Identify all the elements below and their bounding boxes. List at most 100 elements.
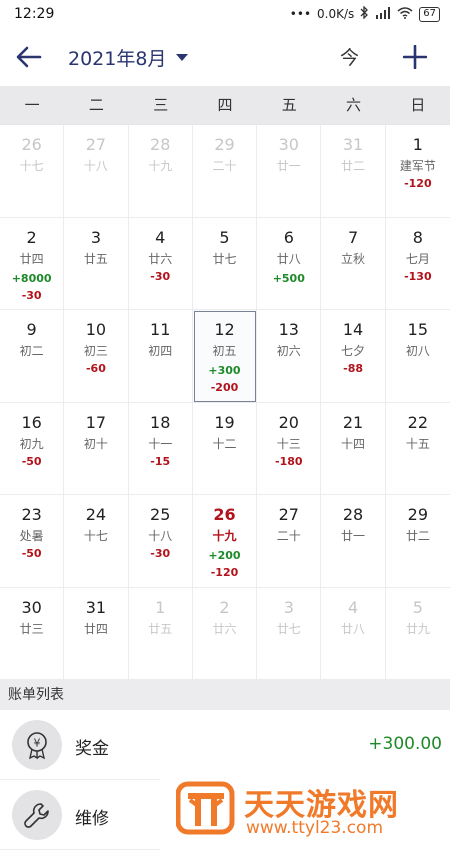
calendar-day-cell[interactable]: 15 初八 [385, 310, 450, 403]
calendar-day-cell[interactable]: 9 初二 [0, 310, 65, 403]
calendar-day-cell[interactable]: 8 七月 -130 [385, 218, 450, 310]
calendar-day-cell[interactable]: 26 十七 [0, 125, 65, 218]
calendar-day-cell[interactable]: 4 廿六 -30 [128, 217, 193, 310]
calendar-day-cell[interactable]: 3 廿七 [257, 587, 322, 680]
calendar-day-cell[interactable]: 3 廿五 [64, 217, 129, 310]
day-number: 27 [85, 135, 107, 154]
day-lunar-date: 廿四 [19, 251, 44, 266]
calendar-day-cell[interactable]: 30 廿三 [0, 587, 65, 680]
calendar-day-cell[interactable]: 5 廿七 [192, 217, 258, 310]
day-lunar-date: 七月 [405, 251, 430, 266]
add-button[interactable] [398, 40, 432, 74]
calendar-day-cell[interactable]: 16 初九 -50 [0, 402, 65, 495]
day-lunar-date: 初十 [83, 436, 108, 451]
day-lunar-date: 十七 [19, 159, 44, 173]
weekday-label: 五 [281, 96, 297, 114]
calendar-day-cell[interactable]: 18 十一 -15 [128, 402, 193, 495]
day-expense: -130 [404, 269, 432, 283]
calendar-day-cell[interactable]: 28 廿一 [321, 495, 386, 588]
day-lunar-date: 十九 [212, 529, 237, 543]
back-button[interactable] [12, 40, 46, 74]
watermark-url: www.ttyl23.com [246, 818, 384, 838]
day-lunar-date: 二十 [212, 159, 237, 173]
calendar-day-cell[interactable]: 2 廿六 [192, 587, 258, 680]
calendar-day-cell[interactable]: 28 十九 [128, 125, 193, 218]
day-lunar-date: 廿六 [212, 621, 237, 636]
day-lunar-date: 建军节 [399, 159, 436, 173]
calendar-day-cell[interactable]: 24 十七 [64, 495, 129, 588]
day-lunar-date: 十三 [276, 436, 301, 451]
day-number: 30 [278, 135, 299, 154]
calendar-day-cell[interactable]: 27 十八 [64, 125, 129, 218]
day-number: 20 [278, 412, 299, 432]
day-lunar-date: 廿七 [212, 251, 237, 266]
calendar-day-cell[interactable]: 1 廿五 [128, 587, 193, 680]
day-number: 2 [219, 597, 230, 617]
day-lunar-date: 十九 [148, 159, 173, 173]
day-lunar-date: 十四 [341, 436, 366, 451]
day-expense: -120 [404, 177, 432, 190]
calendar-day-cell[interactable]: 31 廿二 [321, 125, 386, 218]
weekday-label: 日 [410, 96, 426, 114]
day-number: 3 [90, 227, 102, 247]
day-number: 4 [155, 227, 166, 247]
month-selector[interactable]: 2021年8月 [68, 44, 189, 71]
plus-icon [403, 45, 427, 69]
calendar-day-cell[interactable]: 19 十二 [192, 402, 258, 495]
bill-list-header: 账单列表 [0, 680, 450, 710]
calendar-day-cell[interactable]: 29 二十 [192, 125, 258, 218]
calendar-day-cell[interactable]: 5 廿九 [385, 588, 450, 680]
day-number: 19 [214, 412, 235, 432]
calendar-day-cell[interactable]: 2 廿四 +8000 -30 [0, 217, 65, 310]
day-number: 30 [21, 597, 42, 617]
calendar-day-cell[interactable]: 20 十三 -180 [257, 402, 322, 495]
day-expense: -30 [150, 269, 171, 283]
day-lunar-date: 初三 [83, 344, 108, 358]
day-number: 5 [412, 597, 423, 617]
calendar-day-cell[interactable]: 1 建军节 -120 [385, 125, 450, 218]
day-lunar-date: 初八 [405, 344, 430, 358]
calendar-day-cell[interactable]: 26 十九 +200 -120 [192, 495, 258, 588]
calendar-day-cell[interactable]: 21 十四 [321, 402, 386, 495]
wrench-icon [12, 790, 62, 840]
day-number: 31 [342, 135, 364, 154]
day-expense: -88 [343, 362, 363, 375]
day-expense: -120 [210, 566, 239, 579]
day-number: 10 [85, 320, 107, 339]
calendar-day-cell[interactable]: 27 二十 [257, 495, 322, 588]
day-lunar-date: 廿四 [83, 621, 108, 636]
cellular-signal-icon [375, 6, 391, 22]
day-number: 7 [347, 227, 359, 247]
bill-name: 奖金 [75, 739, 109, 759]
day-number: 12 [214, 320, 235, 339]
day-lunar-date: 七夕 [341, 344, 366, 358]
calendar-day-cell[interactable]: 13 初六 [257, 310, 322, 403]
calendar-day-cell[interactable]: 17 初十 [64, 402, 129, 495]
day-income: +500 [272, 271, 305, 285]
calendar-day-cell[interactable]: 30 廿一 [257, 125, 322, 218]
calendar-day-cell[interactable]: 31 廿四 [64, 587, 129, 680]
day-number: 24 [85, 505, 107, 524]
day-lunar-date: 廿一 [341, 529, 366, 543]
calendar-day-cell[interactable]: 7 立秋 [321, 217, 386, 310]
calendar-day-cell[interactable]: 25 十八 -30 [128, 495, 193, 588]
status-bar: 12:29 ••• 0.0K/s 67 [0, 0, 450, 30]
calendar-day-cell[interactable]: 11 初四 [128, 310, 193, 403]
day-income: +8000 [11, 271, 52, 285]
today-button[interactable]: 今 [340, 43, 359, 70]
calendar-day-cell[interactable]: 6 廿八 +500 [257, 217, 322, 310]
day-lunar-date: 廿一 [276, 159, 301, 173]
day-lunar-date: 立秋 [341, 251, 366, 266]
calendar-day-cell[interactable]: 10 初三 -60 [64, 310, 129, 403]
calendar-day-cell[interactable]: 12 初五 +300 -200 [192, 310, 258, 403]
day-lunar-date: 廿五 [83, 251, 108, 266]
weekday-label: 四 [217, 96, 233, 114]
calendar-day-cell[interactable]: 14 七夕 -88 [321, 310, 386, 403]
calendar-day-cell[interactable]: 4 廿八 [321, 587, 386, 680]
calendar-day-cell[interactable]: 23 处暑 -50 [0, 495, 65, 588]
day-number: 1 [155, 597, 166, 617]
day-income: +200 [208, 549, 241, 562]
calendar-day-cell[interactable]: 29 廿二 [385, 495, 450, 588]
calendar-day-cell[interactable]: 22 十五 [385, 403, 450, 495]
day-number: 16 [21, 412, 42, 432]
